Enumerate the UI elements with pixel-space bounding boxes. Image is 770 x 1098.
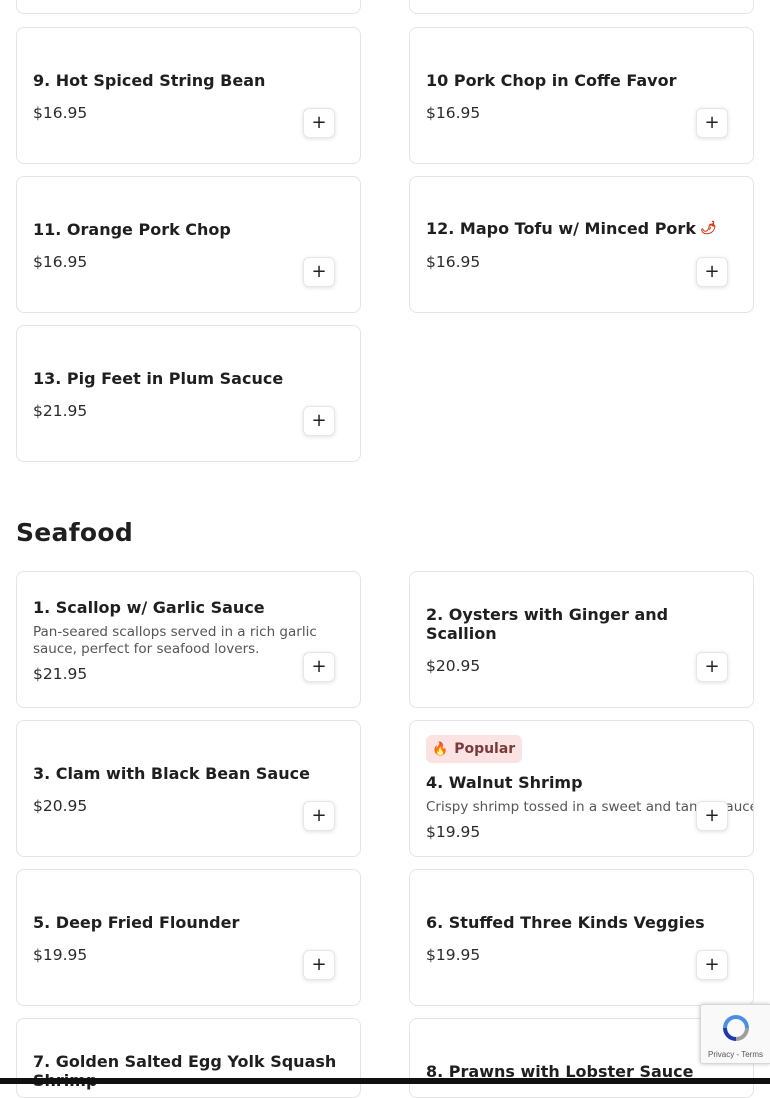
menu-item-card[interactable]: 10 Pork Chop in Coffe Favor $16.95 + bbox=[409, 27, 754, 164]
category-heading: Seafood bbox=[16, 518, 134, 547]
menu-item-price: $16.95 bbox=[426, 104, 481, 122]
add-to-cart-button[interactable]: + bbox=[303, 406, 335, 436]
menu-item-price: $16.95 bbox=[33, 253, 88, 271]
menu-item-title: 1. Scallop w/ Garlic Sauce bbox=[33, 598, 265, 617]
add-to-cart-button[interactable]: + bbox=[303, 257, 335, 287]
menu-item-price: $20.95 bbox=[426, 657, 481, 675]
bottom-bar bbox=[0, 1078, 770, 1084]
menu-item-title-row: 12. Mapo Tofu w/ Minced Pork 🌶 bbox=[426, 219, 737, 238]
add-to-cart-button[interactable]: + bbox=[696, 652, 728, 682]
menu-item-card[interactable] bbox=[16, 0, 361, 14]
add-to-cart-button[interactable]: + bbox=[303, 108, 335, 138]
menu-item-title: 13. Pig Feet in Plum Sacuce bbox=[33, 369, 284, 388]
add-to-cart-button[interactable]: + bbox=[696, 108, 728, 138]
menu-item-title: 12. Mapo Tofu w/ Minced Pork bbox=[426, 219, 696, 238]
menu-item-price: $20.95 bbox=[33, 797, 88, 815]
menu-item-card[interactable]: 12. Mapo Tofu w/ Minced Pork 🌶 $16.95 + bbox=[409, 176, 754, 313]
menu-item-card[interactable]: 6. Stuffed Three Kinds Veggies $19.95 + bbox=[409, 869, 754, 1006]
menu-item-card[interactable]: 🔥 Popular 4. Walnut Shrimp Crispy shrimp… bbox=[409, 720, 754, 857]
menu-item-price: $19.95 bbox=[33, 946, 88, 964]
flame-icon: 🔥 bbox=[432, 741, 449, 757]
menu-item-title: 6. Stuffed Three Kinds Veggies bbox=[426, 913, 705, 932]
menu-item-title: 10 Pork Chop in Coffe Favor bbox=[426, 71, 677, 90]
add-to-cart-button[interactable]: + bbox=[303, 652, 335, 682]
popular-badge-label: Popular bbox=[454, 741, 516, 757]
menu-item-card[interactable]: 11. Orange Pork Chop $16.95 + bbox=[16, 176, 361, 313]
menu-item-card[interactable]: 9. Hot Spiced String Bean $16.95 + bbox=[16, 27, 361, 164]
menu-item-title: 11. Orange Pork Chop bbox=[33, 220, 231, 239]
popular-badge: 🔥 Popular bbox=[426, 735, 523, 763]
menu-item-title: 2. Oysters with Ginger and Scallion bbox=[426, 605, 669, 643]
add-to-cart-button[interactable]: + bbox=[696, 801, 728, 831]
menu-item-description: Pan-seared scallops served in a rich gar… bbox=[33, 624, 317, 657]
menu-item-title: 5. Deep Fried Flounder bbox=[33, 913, 240, 932]
add-to-cart-button[interactable]: + bbox=[303, 801, 335, 831]
menu-item-price: $16.95 bbox=[33, 104, 88, 122]
recaptcha-icon bbox=[722, 1015, 749, 1041]
menu-item-card[interactable]: 7. Golden Salted Egg Yolk Squash Shrimp bbox=[16, 1018, 361, 1098]
chili-icon: 🌶 bbox=[699, 221, 717, 236]
add-to-cart-button[interactable]: + bbox=[696, 257, 728, 287]
menu-item-price: $19.95 bbox=[426, 946, 481, 964]
menu-item-price: $19.95 bbox=[426, 823, 481, 841]
menu-item-card[interactable] bbox=[409, 0, 754, 14]
menu-item-title: 9. Hot Spiced String Bean bbox=[33, 71, 266, 90]
menu-item-price: $21.95 bbox=[33, 665, 88, 683]
menu-item-card[interactable]: 5. Deep Fried Flounder $19.95 + bbox=[16, 869, 361, 1006]
menu-item-price: $21.95 bbox=[33, 402, 88, 420]
menu-item-card[interactable]: 1. Scallop w/ Garlic Sauce Pan-seared sc… bbox=[16, 571, 361, 708]
menu-item-title: 3. Clam with Black Bean Sauce bbox=[33, 764, 310, 783]
recaptcha-links[interactable]: Privacy - Terms bbox=[701, 1050, 770, 1059]
add-to-cart-button[interactable]: + bbox=[696, 950, 728, 980]
menu-item-title: 7. Golden Salted Egg Yolk Squash Shrimp bbox=[33, 1052, 337, 1090]
menu-item-card[interactable]: 2. Oysters with Ginger and Scallion $20.… bbox=[409, 571, 754, 708]
menu-item-title: 4. Walnut Shrimp bbox=[426, 773, 583, 792]
menu-item-card[interactable]: 3. Clam with Black Bean Sauce $20.95 + bbox=[16, 720, 361, 857]
add-to-cart-button[interactable]: + bbox=[303, 950, 335, 980]
recaptcha-badge[interactable]: Privacy - Terms bbox=[700, 1004, 770, 1064]
menu-item-card[interactable]: 13. Pig Feet in Plum Sacuce $21.95 + bbox=[16, 325, 361, 462]
menu-item-price: $16.95 bbox=[426, 253, 481, 271]
